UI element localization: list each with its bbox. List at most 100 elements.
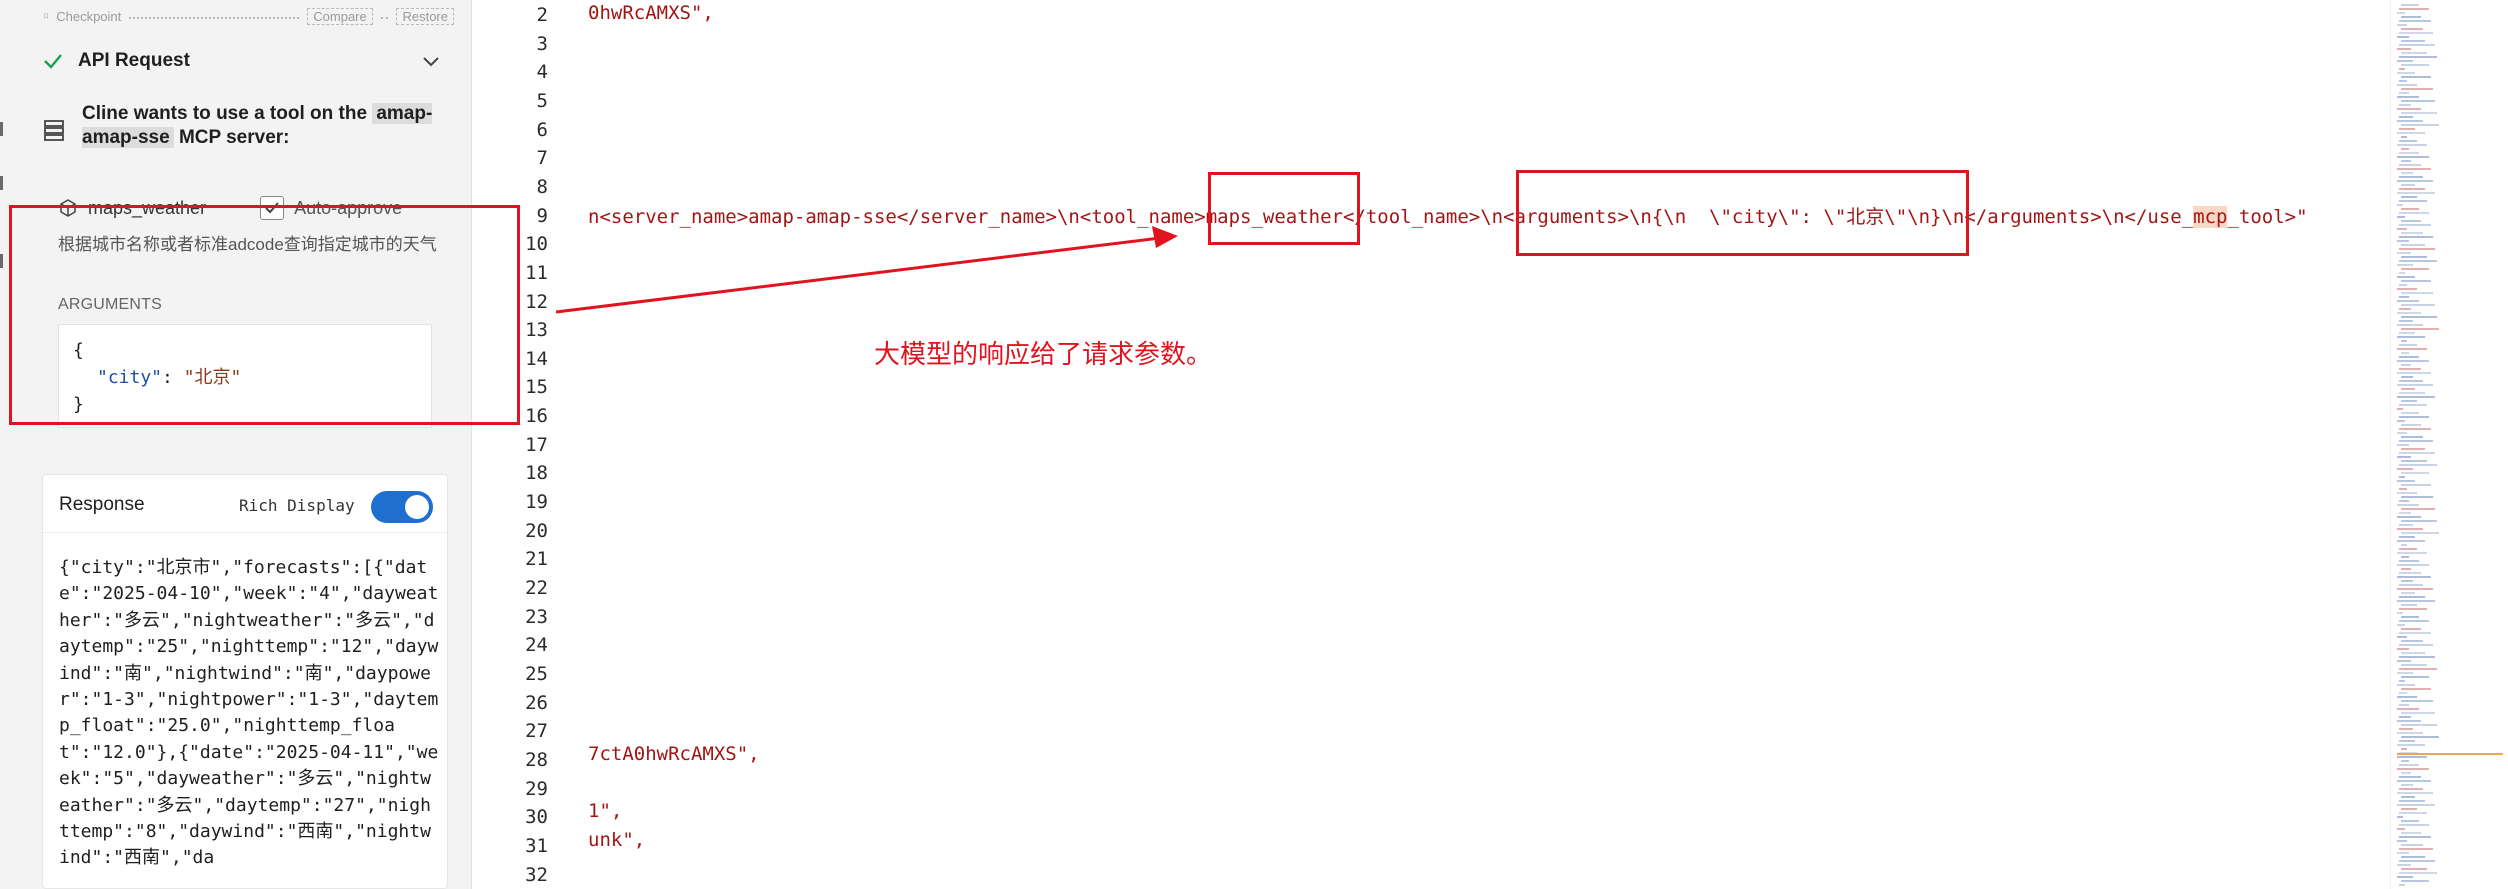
minimap-line <box>2399 668 2437 670</box>
minimap-line <box>2397 24 2407 26</box>
minimap-line <box>2397 312 2421 314</box>
minimap-line <box>2401 88 2433 90</box>
minimap-line <box>2399 704 2409 706</box>
line-number: 20 <box>525 519 548 542</box>
minimap-line <box>2399 644 2433 646</box>
minimap-line <box>2401 568 2411 570</box>
arguments-highlight-box <box>9 205 520 425</box>
minimap-line <box>2399 8 2429 10</box>
minimap-line <box>2399 836 2431 838</box>
checkpoint-divider <box>129 13 300 19</box>
minimap-line <box>2399 308 2411 310</box>
minimap-line <box>2401 664 2427 666</box>
tool-use-suffix: MCP server: <box>178 127 290 148</box>
checkpoint-divider-short <box>380 13 389 19</box>
api-request-title: API Request <box>78 50 190 71</box>
minimap-line <box>2401 220 2421 222</box>
line-number: 19 <box>525 491 548 514</box>
minimap-line <box>2401 148 2409 150</box>
line-number: 26 <box>525 691 548 714</box>
minimap-line <box>2397 408 2403 410</box>
minimap-line <box>2399 80 2407 82</box>
minimap-line <box>2401 412 2419 414</box>
minimap-line <box>2401 484 2431 486</box>
compare-button[interactable]: Compare <box>307 7 373 25</box>
server-icon <box>44 120 64 141</box>
minimap-line <box>2401 352 2409 354</box>
minimap-line <box>2399 560 2419 562</box>
minimap-line <box>2401 52 2427 54</box>
rich-display-toggle[interactable] <box>371 491 433 523</box>
minimap-line <box>2401 400 2417 402</box>
minimap-line <box>2401 688 2431 690</box>
minimap-line <box>2397 60 2413 62</box>
minimap-line <box>2397 288 2417 290</box>
minimap-line <box>2397 384 2433 386</box>
minimap-line <box>2399 92 2409 94</box>
minimap-line <box>2399 788 2423 790</box>
minimap-line <box>2399 212 2429 214</box>
minimap-line <box>2401 532 2439 534</box>
minimap-line <box>2399 392 2425 394</box>
minimap-line <box>2401 196 2417 198</box>
line-number: 23 <box>525 605 548 628</box>
minimap-line <box>2397 816 2403 818</box>
response-title: Response <box>59 494 145 515</box>
minimap-line <box>2401 592 2415 594</box>
minimap-line <box>2399 284 2407 286</box>
chevron-down-icon[interactable] <box>420 50 442 72</box>
minimap-line <box>2399 200 2427 202</box>
minimap-line <box>2399 260 2437 262</box>
line-number: 4 <box>536 61 548 84</box>
minimap-line <box>2401 760 2409 762</box>
minimap-line <box>2399 620 2429 622</box>
code-line-2: 0hwRcAMXS", <box>588 2 714 24</box>
minimap-line <box>2397 276 2415 278</box>
minimap-line <box>2397 540 2425 542</box>
minimap-line <box>2401 700 2433 702</box>
minimap-line <box>2399 320 2413 322</box>
minimap-line <box>2399 128 2415 130</box>
minimap-line <box>2397 84 2417 86</box>
minimap-line <box>2397 792 2433 794</box>
minimap-line <box>2397 876 2413 878</box>
minimap-line <box>2397 240 2409 242</box>
annotation-text: 大模型的响应给了请求参数。 <box>874 340 1213 370</box>
minimap-line <box>2399 272 2405 274</box>
minimap-line <box>2397 576 2431 578</box>
minimap-line <box>2401 268 2429 270</box>
minimap-line <box>2401 4 2419 6</box>
minimap-line <box>2399 812 2427 814</box>
minimap-line <box>2397 36 2409 38</box>
minimap-line <box>2397 516 2421 518</box>
minimap-line <box>2401 868 2427 870</box>
minimap-line <box>2397 204 2403 206</box>
response-body: {"city":"北京市","forecasts":[{"date":"2025… <box>59 557 439 869</box>
minimap-line <box>2399 764 2419 766</box>
minimap-line <box>2397 528 2423 530</box>
editor-minimap[interactable] <box>2390 0 2508 889</box>
cline-panel: Checkpoint Compare Restore API Request C… <box>0 0 472 889</box>
minimap-line <box>2399 404 2427 406</box>
minimap-line <box>2397 708 2419 710</box>
minimap-line <box>2397 264 2413 266</box>
minimap-line <box>2401 652 2425 654</box>
minimap-line <box>2399 56 2437 58</box>
minimap-line <box>2399 632 2431 634</box>
minimap-line <box>2397 108 2421 110</box>
minimap-line <box>2397 432 2407 434</box>
minimap-line <box>2397 636 2407 638</box>
api-request-header[interactable]: API Request <box>42 46 442 76</box>
line-number: 29 <box>525 777 548 800</box>
line-number: 31 <box>525 834 548 857</box>
minimap-line <box>2399 176 2423 178</box>
minimap-line <box>2401 76 2431 78</box>
minimap-line <box>2399 44 2435 46</box>
minimap-line <box>2397 720 2421 722</box>
minimap-line <box>2401 364 2411 366</box>
minimap-line <box>2397 480 2415 482</box>
minimap-line <box>2399 488 2407 490</box>
minimap-line <box>2401 244 2425 246</box>
restore-button[interactable]: Restore <box>396 7 454 25</box>
minimap-line <box>2397 456 2411 458</box>
